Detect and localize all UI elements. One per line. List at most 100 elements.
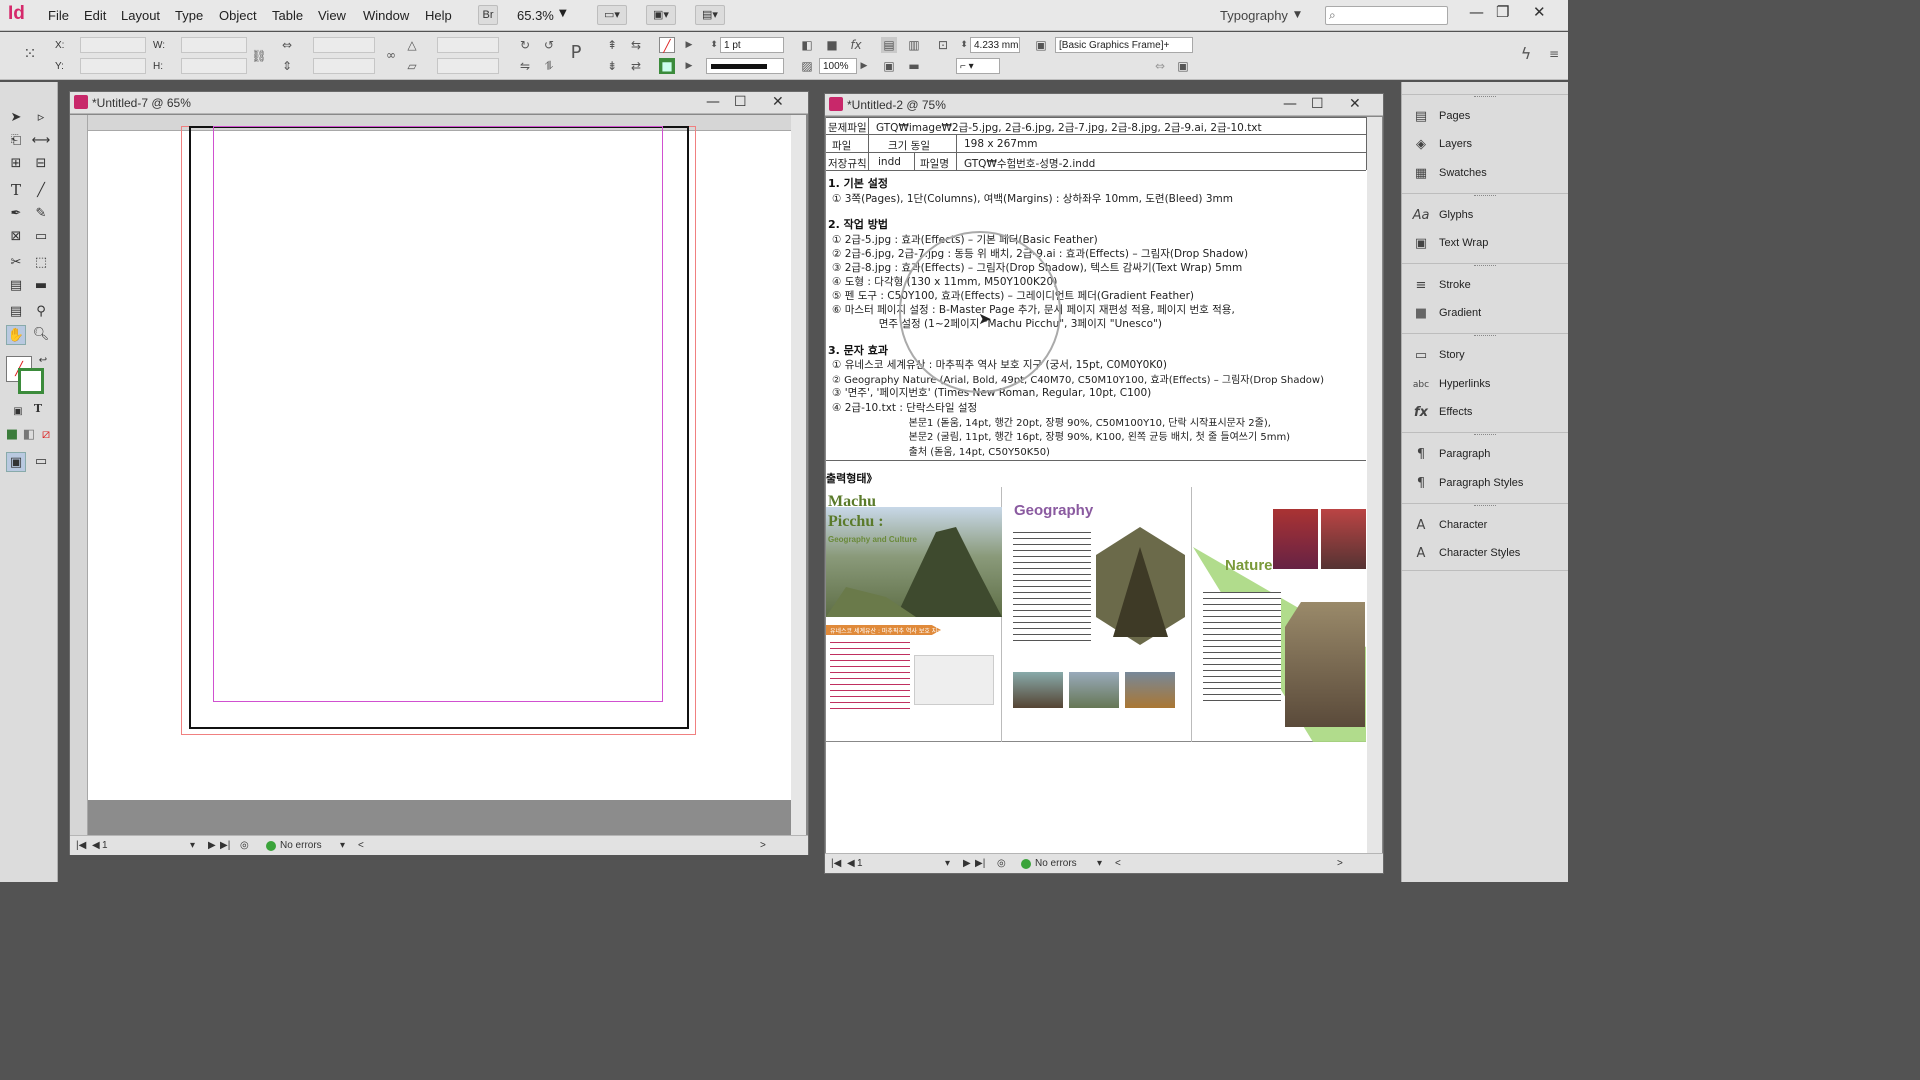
menu-file[interactable]: File <box>48 8 69 23</box>
panel-group-grip[interactable] <box>1402 333 1568 339</box>
last-page-icon[interactable]: ▶| <box>220 840 230 851</box>
menu-view[interactable]: View <box>318 8 346 23</box>
panel-hyperlinks[interactable]: abc Hyperlinks <box>1402 371 1568 399</box>
apply-color-icon[interactable]: ■ <box>3 425 21 443</box>
panel-group-grip[interactable] <box>1402 432 1568 438</box>
menu-edit[interactable]: Edit <box>84 8 106 23</box>
panel-group-grip[interactable] <box>1402 263 1568 269</box>
align-top-icon[interactable]: ▣ <box>881 58 897 74</box>
select-previous-icon[interactable]: ⇆ <box>628 37 644 53</box>
scissors-tool-icon[interactable]: ✂ <box>6 253 26 273</box>
minimize-icon[interactable]: — <box>1469 3 1484 21</box>
effects-fx-icon[interactable]: fx <box>848 37 864 53</box>
line-tool-icon[interactable]: ╱ <box>31 181 51 201</box>
reference-point-icon[interactable]: ⁙ <box>22 46 38 62</box>
chevron-right-icon[interactable]: ▶ <box>681 37 697 53</box>
dimension-field[interactable]: 4.233 mm <box>970 37 1020 53</box>
scroll-left-icon[interactable]: < <box>358 840 364 851</box>
first-page-icon[interactable]: |◀ <box>76 840 86 851</box>
scroll-right-icon[interactable]: > <box>1337 858 1343 869</box>
rotate-field[interactable] <box>437 37 499 53</box>
formatting-container-icon[interactable]: ▣ <box>9 402 27 420</box>
drop-shadow-icon[interactable]: ◧ <box>799 37 815 53</box>
document-page[interactable]: 문제파일 GTQ₩image₩2급-5.jpg, 2급-6.jpg, 2급-7.… <box>826 117 1371 854</box>
minimize-icon[interactable]: — <box>1283 96 1297 112</box>
maximize-icon[interactable]: ☐ <box>734 94 747 110</box>
close-icon[interactable]: ✕ <box>1533 3 1546 21</box>
w-field[interactable] <box>181 37 247 53</box>
restore-icon[interactable]: ❐ <box>1496 3 1509 21</box>
shear-field[interactable] <box>437 58 499 74</box>
apply-gradient-icon[interactable]: ◧ <box>20 425 38 443</box>
next-page-icon[interactable]: ▶ <box>963 858 971 869</box>
panel-text-wrap[interactable]: ▣ Text Wrap <box>1402 230 1568 258</box>
panel-stroke[interactable]: ≡ Stroke <box>1402 272 1568 300</box>
content-placer-icon[interactable]: ⊟ <box>31 154 51 174</box>
screen-mode-icon[interactable]: ▣▾ <box>646 5 676 25</box>
free-transform-tool-icon[interactable]: ⬚ <box>31 253 51 273</box>
object-style-select[interactable]: [Basic Graphics Frame]+ <box>1055 37 1193 53</box>
chevron-down-icon[interactable]: ▾ <box>1097 858 1102 869</box>
pasteboard[interactable] <box>88 126 791 800</box>
menu-help[interactable]: Help <box>425 8 452 23</box>
content-collector-icon[interactable]: ⊞ <box>6 154 26 174</box>
preview-mode-icon[interactable]: ▭ <box>31 452 51 472</box>
scroll-right-icon[interactable]: > <box>760 840 766 851</box>
menu-layout[interactable]: Layout <box>121 8 160 23</box>
page-number[interactable]: 1 <box>102 840 108 851</box>
panel-group-grip[interactable] <box>1402 94 1568 100</box>
selection-tool-icon[interactable]: ➤ <box>6 108 26 128</box>
document-tab[interactable]: *Untitled-7 @ 65% — ☐ ✕ <box>70 92 808 114</box>
stroke-type-select[interactable] <box>706 58 784 74</box>
zoom-level[interactable]: 65.3% <box>517 8 554 23</box>
arrange-documents-icon[interactable]: ▤▾ <box>695 5 725 25</box>
type-tool-icon[interactable]: T <box>6 181 26 201</box>
stroke-swatch-icon[interactable] <box>18 368 44 394</box>
first-page-icon[interactable]: |◀ <box>831 858 841 869</box>
scale-x-field[interactable] <box>313 37 375 53</box>
fill-swatch-icon[interactable]: ╱ <box>659 37 675 53</box>
search-input[interactable]: ⌕ <box>1325 6 1448 25</box>
minimize-icon[interactable]: — <box>706 94 720 110</box>
maximize-icon[interactable]: ☐ <box>1311 96 1324 112</box>
gradient-swatch-tool-icon[interactable]: ▤ <box>6 276 26 296</box>
page-number[interactable]: 1 <box>857 858 863 869</box>
vertical-scrollbar[interactable] <box>791 115 806 837</box>
chevron-down-icon[interactable]: ▾ <box>190 840 195 851</box>
quick-apply-icon[interactable]: ϟ <box>1518 46 1534 62</box>
panel-swatches[interactable]: ▦ Swatches <box>1402 160 1568 188</box>
rotate-ccw-icon[interactable]: ↺ <box>541 37 557 53</box>
chevron-right-icon[interactable]: ▶ <box>681 58 697 74</box>
x-field[interactable] <box>80 37 146 53</box>
opacity-field[interactable]: 100% <box>819 58 857 74</box>
pencil-tool-icon[interactable]: ✎ <box>31 204 51 224</box>
flip-horizontal-icon[interactable]: ⇋ <box>517 58 533 74</box>
last-page-icon[interactable]: ▶| <box>975 858 985 869</box>
preflight-icon[interactable]: ◎ <box>997 858 1006 869</box>
prev-page-icon[interactable]: ◀ <box>92 840 100 851</box>
gap-tool-icon[interactable]: ⟷ <box>31 131 51 151</box>
apply-none-icon[interactable]: ⧄ <box>37 425 55 443</box>
align-bottom-icon[interactable]: ▬ <box>906 58 922 74</box>
rotate-cw-icon[interactable]: ↻ <box>517 37 533 53</box>
stroke-weight-field[interactable]: 1 pt <box>720 37 784 53</box>
page-tool-icon[interactable]: ⎗ <box>6 131 26 151</box>
note-tool-icon[interactable]: ▤ <box>6 302 26 322</box>
link-icon[interactable]: ∞ <box>383 47 399 63</box>
chevron-right-icon[interactable]: ▶ <box>856 58 872 74</box>
panel-group-grip[interactable] <box>1402 503 1568 509</box>
chevron-down-icon[interactable]: ▾ <box>340 840 345 851</box>
clear-overrides-icon[interactable]: ⇔ <box>1152 58 1168 74</box>
panel-menu-icon[interactable]: ≡ <box>1546 46 1562 62</box>
select-next-icon[interactable]: ⇄ <box>628 58 644 74</box>
normal-view-icon[interactable]: ▣ <box>6 452 26 472</box>
corner-shape-select[interactable]: ⌐ ▾ <box>956 58 1000 74</box>
vertical-ruler[interactable] <box>70 115 88 837</box>
rectangle-frame-tool-icon[interactable]: ⊠ <box>6 227 26 247</box>
menu-table[interactable]: Table <box>272 8 303 23</box>
panel-paragraph[interactable]: ¶ Paragraph <box>1402 441 1568 469</box>
y-field[interactable] <box>80 58 146 74</box>
panel-pages[interactable]: ▤ Pages <box>1402 103 1568 131</box>
panel-group-grip[interactable] <box>1402 193 1568 199</box>
panel-glyphs[interactable]: Aa Glyphs <box>1402 202 1568 230</box>
